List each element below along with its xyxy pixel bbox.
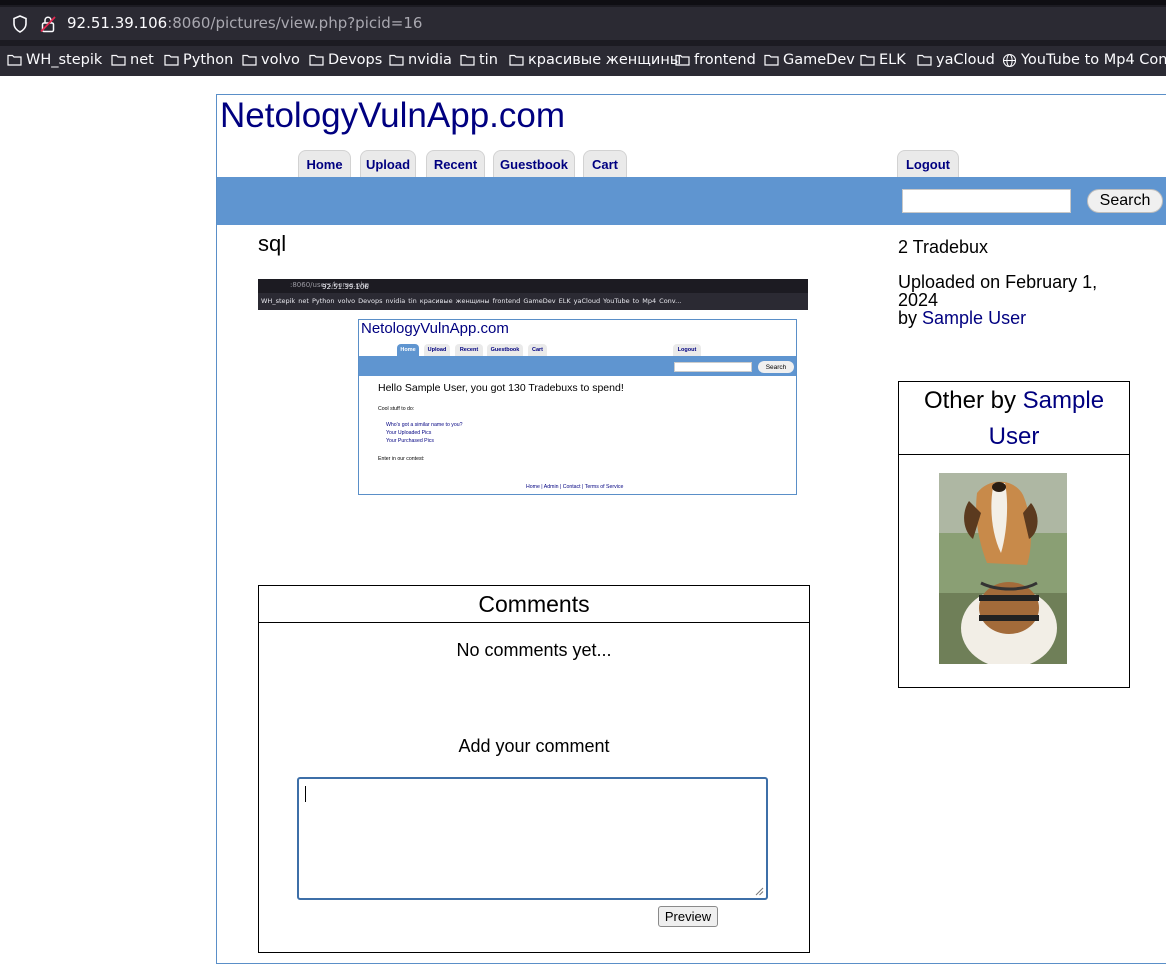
bookmark-label: yaCloud — [936, 52, 995, 68]
resize-grip-icon[interactable] — [755, 887, 764, 896]
tab-logout[interactable]: Logout — [897, 150, 959, 177]
bookmark-label: volvo — [261, 52, 300, 68]
bookmark-folder[interactable]: ELK — [860, 52, 906, 68]
folder-icon — [111, 54, 126, 66]
search-input[interactable] — [902, 189, 1071, 213]
bookmark-folder[interactable]: frontend — [675, 52, 756, 68]
bookmark-folder[interactable]: net — [111, 52, 154, 68]
folder-icon — [389, 54, 404, 66]
tab-guestbook[interactable]: Guestbook — [493, 150, 575, 177]
picture-url: 92.51.39.106:8060/users/home.php — [290, 281, 369, 291]
picture-contest: Enter in our contest: — [378, 456, 425, 462]
picture-link: Your Purchased Pics — [386, 438, 434, 444]
bookmark-label: Devops — [328, 52, 383, 68]
globe-icon — [1002, 53, 1017, 67]
tab-upload[interactable]: Upload — [360, 150, 416, 177]
comment-textarea[interactable] — [297, 777, 768, 900]
upload-date: Uploaded on February 1, 2024 — [898, 272, 1098, 310]
add-comment-label: Add your comment — [458, 736, 610, 756]
picture-price: 2 Tradebux — [898, 237, 989, 257]
bookmark-label: Python — [183, 52, 234, 68]
other-by-heading: Other by Sample User — [898, 381, 1130, 455]
bookmark-folder[interactable]: yaCloud — [917, 52, 995, 68]
folder-icon — [917, 54, 932, 66]
picture-link: Your Uploaded Pics — [386, 430, 432, 436]
search-button[interactable]: Search — [1087, 189, 1163, 213]
bookmark-label: tin — [479, 52, 498, 68]
bookmarks-bar: WH_stepik net Python volvo Devops nvidia… — [0, 46, 1166, 76]
upload-info: Uploaded on February 1, 2024 by Sample U… — [898, 273, 1113, 327]
browser-url-bar: 92.51.39.106:8060/pictures/view.php?pici… — [0, 0, 1166, 46]
tab-cart[interactable]: Cart — [583, 150, 627, 177]
bookmark-label: net — [130, 52, 154, 68]
bookmark-folder[interactable]: GameDev — [764, 52, 855, 68]
preview-button[interactable]: Preview — [658, 906, 718, 927]
bookmark-label: frontend — [694, 52, 756, 68]
folder-icon — [764, 54, 779, 66]
picture-bookmarks-text: WH_stepik net Python volvo Devops nvidia… — [261, 297, 682, 305]
bookmark-folder[interactable]: nvidia — [389, 52, 452, 68]
picture-cool-stuff: Cool stuff to do: — [378, 406, 415, 412]
picture-tab: Logout — [673, 344, 701, 356]
bookmark-folder[interactable]: Python — [164, 52, 233, 68]
bookmark-label: GameDev — [783, 52, 855, 68]
picture-url-host: 92.51.39.106 — [322, 283, 369, 291]
tab-recent[interactable]: Recent — [426, 150, 485, 177]
picture-site-title: NetologyVulnApp.com — [361, 320, 509, 337]
folder-icon — [242, 54, 257, 66]
picture-greeting: Hello Sample User, you got 130 Tradebuxs… — [378, 382, 624, 394]
bookmark-label: ELK — [879, 52, 906, 68]
text-caret — [305, 786, 306, 802]
no-comments-text: No comments yet... — [456, 640, 612, 660]
picture-search-input — [674, 362, 752, 372]
tab-home[interactable]: Home — [298, 150, 351, 177]
bookmark-label: YouTube to Mp4 Conv — [1021, 52, 1166, 68]
picture-title: sql — [258, 231, 287, 256]
other-by-label: Other by — [923, 387, 1016, 414]
picture-search-button: Search — [758, 361, 794, 373]
uploader-link[interactable]: Sample User — [922, 308, 1026, 328]
picture-url-bar: 92.51.39.106:8060/users/home.php — [258, 279, 808, 293]
bookmark-label: WH_stepik — [26, 52, 103, 68]
comments-heading: Comments — [258, 585, 810, 623]
picture-footer: Home | Admin | Contact | Terms of Servic… — [526, 484, 624, 490]
picture-tab: Upload — [424, 344, 450, 356]
bookmark-label: nvidia — [408, 52, 452, 68]
bookmark-folder[interactable]: WH_stepik — [7, 52, 102, 68]
bookmark-label: красивые женщины — [528, 52, 682, 68]
picture-link: Who's got a similar name to you? — [386, 422, 463, 428]
folder-icon — [509, 54, 524, 66]
picture-tab: Guestbook — [487, 344, 523, 356]
bookmark-link[interactable]: YouTube to Mp4 Conv — [1002, 52, 1166, 68]
picture-tab: Recent — [455, 344, 483, 356]
picture-bookmarks: WH_stepik net Python volvo Devops nvidia… — [258, 293, 808, 310]
folder-icon — [309, 54, 324, 66]
bookmark-folder[interactable]: красивые женщины — [509, 52, 681, 68]
insecure-lock-icon[interactable] — [40, 15, 56, 33]
by-label: by — [898, 308, 918, 328]
uploaded-picture: 92.51.39.106:8060/users/home.php WH_step… — [258, 279, 808, 545]
bookmark-folder[interactable]: tin — [460, 52, 498, 68]
picture-tab: Home — [397, 344, 419, 356]
url-path: :8060/pictures/view.php?picid=16 — [167, 14, 423, 32]
shield-icon[interactable] — [12, 15, 28, 33]
url-text[interactable]: 92.51.39.106:8060/pictures/view.php?pici… — [67, 14, 422, 32]
url-host: 92.51.39.106 — [67, 14, 168, 32]
dog-thumbnail[interactable] — [939, 473, 1067, 664]
picture-tab: Cart — [528, 344, 547, 356]
folder-icon — [7, 54, 22, 66]
folder-icon — [164, 54, 179, 66]
browser-top-strip — [0, 0, 1166, 5]
dog-image — [939, 473, 1067, 664]
bookmark-folder[interactable]: Devops — [309, 52, 382, 68]
folder-icon — [860, 54, 875, 66]
folder-icon — [675, 54, 690, 66]
folder-icon — [460, 54, 475, 66]
bookmark-folder[interactable]: volvo — [242, 52, 300, 68]
site-title[interactable]: NetologyVulnApp.com — [220, 96, 565, 136]
